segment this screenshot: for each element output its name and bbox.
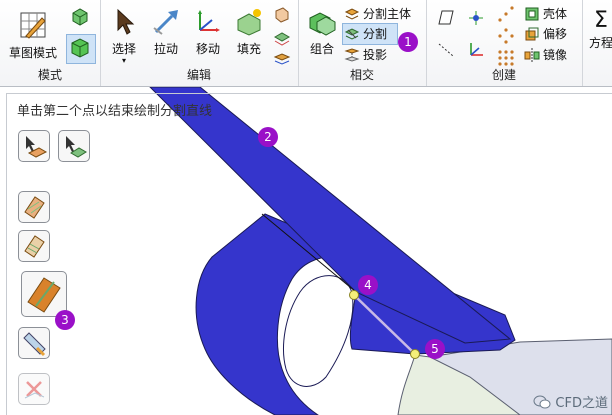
mode-group-label: 模式 (37, 68, 62, 82)
project-label: 投影 (363, 48, 388, 62)
viewport-frame (6, 93, 612, 415)
status-hint: 单击第二个点以结束绘制分割直线 (17, 104, 213, 119)
green-cube-icon (71, 38, 89, 58)
3d-mode-button[interactable] (66, 34, 96, 64)
offset-label: 偏移 (543, 27, 568, 41)
fill-label: 填充 (236, 42, 261, 56)
move-button[interactable]: 移动 (190, 8, 226, 57)
select-face-tool[interactable] (18, 130, 50, 162)
sketch-mode-label: 草图模式 (8, 46, 57, 60)
design-canvas[interactable]: 单击第二个点以结束绘制分割直线 2 3 4 5 CFD之道 (0, 87, 612, 415)
split-label: 分割 (363, 27, 388, 41)
select-dropdown-arrow-icon[interactable]: ▾ (106, 57, 142, 65)
red-x-icon (24, 381, 45, 399)
line-icon[interactable] (436, 40, 456, 60)
callout-badge-1: 1 (398, 32, 418, 52)
point-icon[interactable] (466, 8, 486, 28)
ribbon-toolbar: 草图模式 模式 选择 ▾ 拉动 移动 填充 编辑 组合 分割主体 分割 投影 相… (0, 0, 612, 87)
mirror-icon (524, 47, 540, 62)
callout-badge-3: 3 (55, 310, 75, 330)
pattern-grid-icon[interactable] (496, 48, 516, 68)
stack-icon (273, 53, 291, 65)
fill-button[interactable]: 填充 (232, 8, 266, 57)
callout-badge-4: 4 (358, 275, 378, 295)
callout-badge-2: 2 (258, 127, 278, 147)
pull-icon (153, 10, 178, 35)
edit-small-tool-1[interactable] (272, 6, 292, 26)
project-button[interactable]: 投影 (344, 46, 387, 63)
point-array-icon[interactable] (496, 4, 516, 24)
pull-button[interactable]: 拉动 (148, 8, 184, 57)
cancel-split-tool[interactable] (18, 373, 50, 405)
project-icon (344, 47, 360, 62)
callout-badge-5: 5 (425, 339, 445, 359)
equation-button[interactable]: Σ 方程 (586, 8, 612, 51)
face-split-icon (24, 196, 45, 219)
watermark: CFD之道 (533, 392, 608, 411)
shell-label: 壳体 (543, 7, 568, 21)
ruler-icon (23, 332, 46, 357)
split-icon (344, 27, 360, 40)
mirror-button[interactable]: 镜像 (524, 46, 567, 63)
cube-wire-icon (72, 8, 88, 26)
face-edit-icon (275, 7, 289, 23)
sketch-grid-icon (20, 12, 46, 39)
equation-label: 方程 (588, 36, 612, 50)
layers-edit-icon (273, 32, 291, 46)
mirror-label: 镜像 (543, 48, 568, 62)
sigma-icon: Σ (594, 8, 608, 33)
edit-small-tool-3[interactable] (272, 52, 292, 66)
select-label: 选择 (111, 42, 136, 56)
split-body-icon (344, 7, 360, 20)
plane-icon[interactable] (436, 8, 456, 28)
split-body-label: 分割主体 (363, 7, 412, 21)
split-by-plane-tool[interactable] (18, 230, 50, 262)
pull-label: 拉动 (153, 42, 178, 56)
equation-group: Σ 方程 (582, 0, 612, 86)
split-button-content[interactable]: 分割 (344, 25, 387, 42)
split-body-button[interactable]: 分割主体 (344, 5, 411, 22)
face-grid-icon (24, 235, 45, 258)
split-by-curve-tool[interactable] (18, 191, 50, 223)
select-button[interactable]: 选择 ▾ (106, 8, 142, 65)
intersect-group-label: 相交 (349, 68, 374, 82)
edit-group-label: 编辑 (186, 68, 211, 82)
combine-icon (309, 12, 336, 36)
axis-icon[interactable] (466, 40, 486, 60)
create-group: 壳体 偏移 镜像 创建 (426, 0, 583, 86)
sketch-mode-button[interactable]: 草图模式 (4, 10, 62, 61)
combine-label: 组合 (309, 42, 334, 56)
offset-icon (525, 27, 539, 40)
edit-small-tool-2[interactable] (272, 30, 292, 50)
select-edge-tool[interactable] (58, 130, 90, 162)
fill-icon (237, 9, 261, 36)
pattern-circle-icon[interactable] (496, 26, 516, 46)
move-axes-icon (198, 10, 220, 32)
edit-group: 选择 ▾ 拉动 移动 填充 编辑 (100, 0, 299, 86)
move-label: 移动 (195, 42, 220, 56)
face-split-line-icon (27, 277, 61, 313)
mode-group: 草图模式 模式 (0, 0, 101, 86)
offset-button[interactable]: 偏移 (524, 25, 567, 42)
shell-button[interactable]: 壳体 (524, 5, 567, 22)
shell-icon (525, 7, 539, 20)
section-mode-button[interactable] (68, 6, 92, 30)
combine-button[interactable]: 组合 (302, 8, 342, 57)
cursor-face-icon (26, 136, 48, 158)
create-group-label: 创建 (491, 68, 516, 82)
measure-split-tool[interactable] (18, 327, 50, 359)
watermark-text: CFD之道 (555, 396, 608, 411)
cursor-arrow-icon (117, 8, 135, 35)
cursor-edge-icon (66, 136, 87, 158)
wechat-icon (533, 395, 551, 408)
